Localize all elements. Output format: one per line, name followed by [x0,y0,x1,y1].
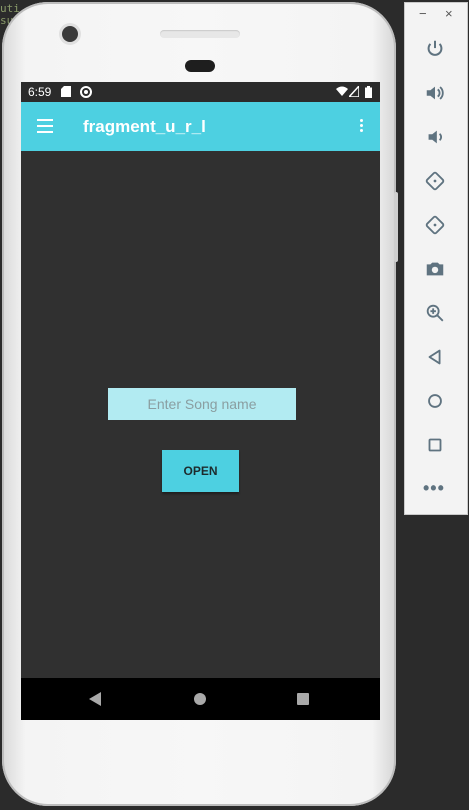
status-bar: 6:59 [21,82,380,102]
song-name-input[interactable] [108,388,296,420]
nav-recents-icon[interactable] [297,693,309,705]
nav-home-icon[interactable] [194,693,206,705]
close-button[interactable]: × [445,6,453,21]
battery-icon [365,86,372,98]
overflow-menu-icon[interactable] [360,119,364,134]
emulator-toolbar: − × ••• [404,2,468,515]
status-time: 6:59 [28,85,52,99]
rotate-right-icon[interactable] [421,211,449,239]
sd-card-icon [61,86,71,97]
minimize-button[interactable]: − [419,6,427,21]
zoom-icon[interactable] [421,299,449,327]
home-icon[interactable] [421,387,449,415]
phone-frame: 6:59 fragment_u_r_l OPEN [2,2,398,806]
signal-icon [349,86,359,97]
earpiece-speaker [160,30,240,38]
navigation-bar [21,678,380,720]
open-button[interactable]: OPEN [162,450,239,492]
more-options-icon[interactable]: ••• [423,478,445,499]
sync-icon [80,86,92,98]
hamburger-menu-icon[interactable] [37,119,53,133]
proximity-sensor [185,60,215,72]
app-bar: fragment_u_r_l [21,102,380,151]
back-icon[interactable] [421,343,449,371]
volume-up-icon[interactable] [421,79,449,107]
device-screen: 6:59 fragment_u_r_l OPEN [21,82,380,720]
wifi-icon [336,86,348,96]
front-camera [62,26,78,42]
main-content: OPEN [21,151,380,678]
nav-back-icon[interactable] [89,692,101,706]
power-icon[interactable] [421,35,449,63]
camera-icon[interactable] [421,255,449,283]
side-button [394,192,398,262]
app-title: fragment_u_r_l [83,117,206,136]
rotate-left-icon[interactable] [421,167,449,195]
overview-icon[interactable] [421,431,449,459]
volume-down-icon[interactable] [421,123,449,151]
